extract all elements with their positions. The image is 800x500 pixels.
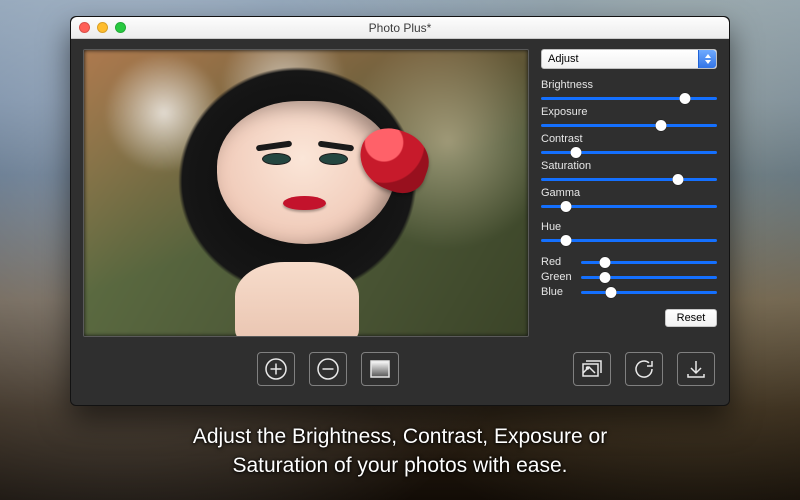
chevron-updown-icon bbox=[698, 50, 716, 68]
window-title: Photo Plus* bbox=[71, 21, 729, 35]
slider-label: Gamma bbox=[541, 187, 717, 199]
rotate-cw-icon bbox=[632, 357, 656, 381]
red-slider[interactable]: Red bbox=[541, 255, 717, 269]
app-window: Photo Plus* Adjust bbox=[70, 16, 730, 406]
bottom-toolbar bbox=[83, 347, 717, 391]
panel-select-value: Adjust bbox=[548, 53, 579, 65]
slider-label: Saturation bbox=[541, 160, 717, 172]
titlebar: Photo Plus* bbox=[71, 17, 729, 39]
gradient-button[interactable] bbox=[361, 352, 399, 386]
panel-select[interactable]: Adjust bbox=[541, 49, 717, 69]
brightness-slider[interactable]: Brightness bbox=[541, 79, 717, 105]
slider-label: Blue bbox=[541, 286, 575, 298]
marketing-caption: Adjust the Brightness, Contrast, Exposur… bbox=[0, 423, 800, 480]
image-stack-icon bbox=[580, 357, 604, 381]
image-canvas[interactable] bbox=[83, 49, 529, 337]
slider-label: Brightness bbox=[541, 79, 717, 91]
green-slider[interactable]: Green bbox=[541, 270, 717, 284]
slider-label: Contrast bbox=[541, 133, 717, 145]
remove-button[interactable] bbox=[309, 352, 347, 386]
gamma-slider[interactable]: Gamma bbox=[541, 187, 717, 213]
blue-slider[interactable]: Blue bbox=[541, 285, 717, 299]
gallery-button[interactable] bbox=[573, 352, 611, 386]
export-button[interactable] bbox=[677, 352, 715, 386]
slider-label: Exposure bbox=[541, 106, 717, 118]
saturation-slider[interactable]: Saturation bbox=[541, 160, 717, 186]
contrast-slider[interactable]: Contrast bbox=[541, 133, 717, 159]
add-button[interactable] bbox=[257, 352, 295, 386]
adjust-panel: Adjust Brightness Exposure Contrast bbox=[541, 49, 717, 337]
hue-slider[interactable]: Hue bbox=[541, 221, 717, 247]
minus-circle-icon bbox=[316, 357, 340, 381]
plus-circle-icon bbox=[264, 357, 288, 381]
reset-button[interactable]: Reset bbox=[665, 309, 717, 327]
slider-label: Green bbox=[541, 271, 575, 283]
download-icon bbox=[684, 357, 708, 381]
rotate-button[interactable] bbox=[625, 352, 663, 386]
slider-label: Hue bbox=[541, 221, 717, 233]
gradient-swatch-icon bbox=[368, 357, 392, 381]
slider-label: Red bbox=[541, 256, 575, 268]
exposure-slider[interactable]: Exposure bbox=[541, 106, 717, 132]
